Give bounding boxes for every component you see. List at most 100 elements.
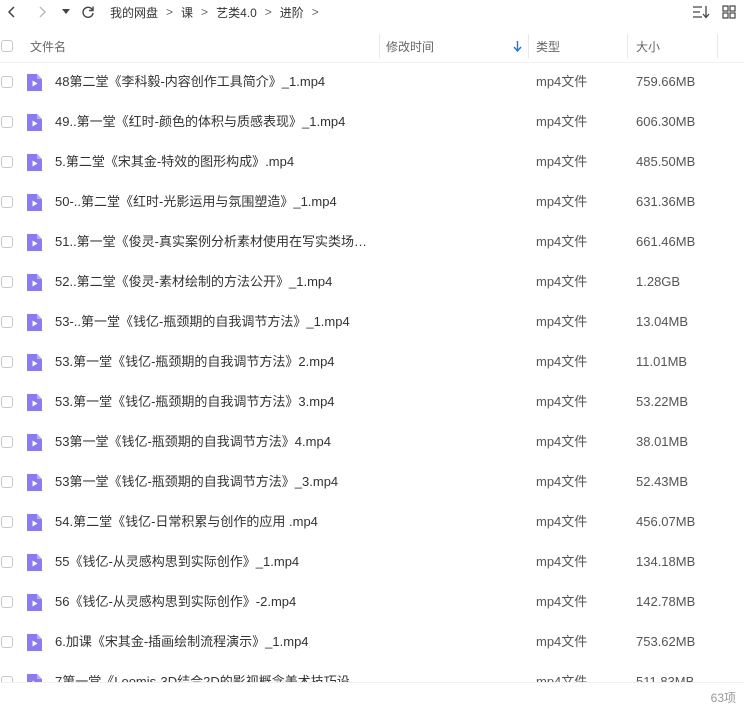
row-checkbox[interactable] [1,396,13,408]
breadcrumb-item[interactable]: 艺类4.0 [216,4,257,21]
column-divider[interactable] [717,34,718,58]
item-count: 63项 [710,691,736,705]
row-checkbox[interactable] [1,436,13,448]
file-size: 511.83MB [636,674,695,682]
column-divider[interactable] [528,34,529,58]
file-type: mp4文件 [536,634,588,649]
column-header-type[interactable]: 类型 [536,30,560,62]
file-size: 456.07MB [636,514,696,529]
file-name[interactable]: 53第一堂《钱亿-瓶颈期的自我调节方法》_3.mp4 [55,462,338,502]
file-type: mp4文件 [536,474,588,489]
select-all-checkbox[interactable] [1,40,13,52]
file-row[interactable]: 53-..第一堂《钱亿-瓶颈期的自我调节方法》_1.mp4 mp4文件 13.04M… [0,302,744,342]
breadcrumb-separator: > [311,5,319,19]
file-name[interactable]: 53第一堂《钱亿-瓶颈期的自我调节方法》4.mp4 [55,422,331,462]
file-size: 38.01MB [636,434,689,449]
file-row[interactable]: 53第一堂《钱亿-瓶颈期的自我调节方法》_3.mp4 mp4文件 52.43MB [0,462,744,502]
column-header-size-label: 大小 [636,39,661,54]
breadcrumb-item[interactable]: 进阶 [280,4,304,21]
file-type: mp4文件 [536,394,588,409]
column-divider[interactable] [627,34,628,58]
file-type: mp4文件 [536,354,588,369]
file-name[interactable]: 7第一堂《Loomis-3D结合2D的影视概念美术技巧设计流程... [55,662,375,682]
file-name[interactable]: 51..第一堂《俊灵-真实案例分析素材使用在写实类场景中... [55,222,375,262]
video-file-icon [27,114,42,131]
sort-button[interactable] [692,2,710,22]
status-bar: 63项 [0,682,744,706]
column-divider[interactable] [379,34,380,58]
file-name[interactable]: 53.第一堂《钱亿-瓶颈期的自我调节方法》2.mp4 [55,342,335,382]
file-row[interactable]: 50-..第二堂《红时-光影运用与氛围塑造》_1.mp4 mp4文件 631.36M… [0,182,744,222]
file-row[interactable]: 52..第二堂《俊灵-素材绘制的方法公开》_1.mp4 mp4文件 1.28GB [0,262,744,302]
video-file-icon [27,514,42,531]
file-name[interactable]: 6.加课《宋其金-插画绘制流程演示》_1.mp4 [55,622,309,662]
file-row[interactable]: 54.第二堂《钱亿-日常积累与创作的应用 .mp4 mp4文件 456.07MB [0,502,744,542]
row-checkbox[interactable] [1,76,13,88]
row-checkbox[interactable] [1,276,13,288]
column-header-modified[interactable]: 修改时间 [386,30,526,62]
file-name[interactable]: 54.第二堂《钱亿-日常积累与创作的应用 .mp4 [55,502,318,542]
grid-view-button[interactable] [720,2,738,22]
file-type: mp4文件 [536,314,588,329]
row-checkbox[interactable] [1,556,13,568]
file-row[interactable]: 49..第一堂《红时-颜色的体积与质感表现》_1.mp4 mp4文件 606.30M… [0,102,744,142]
toolbar: 我的网盘 > 课 > 艺类4.0 > 进阶 > [0,0,744,24]
row-checkbox[interactable] [1,116,13,128]
video-file-icon [27,354,42,371]
file-name[interactable]: 53.第一堂《钱亿-瓶颈期的自我调节方法》3.mp4 [55,382,335,422]
file-row[interactable]: 5.第二堂《宋其金-特效的图形构成》.mp4 mp4文件 485.50MB [0,142,744,182]
row-checkbox[interactable] [1,356,13,368]
video-file-icon [27,394,42,411]
file-name[interactable]: 48第二堂《李科毅-内容创作工具简介》_1.mp4 [55,62,325,102]
video-file-icon [27,434,42,451]
video-file-icon [27,554,42,571]
column-header-size[interactable]: 大小 [636,30,660,62]
file-name[interactable]: 55《钱亿-从灵感构思到实际创作》_1.mp4 [55,542,299,582]
row-checkbox[interactable] [1,316,13,328]
row-checkbox[interactable] [1,196,13,208]
back-button[interactable] [0,0,24,24]
file-size: 759.66MB [636,74,696,89]
file-name[interactable]: 53-..第一堂《钱亿-瓶颈期的自我调节方法》_1.mp4 [55,302,350,342]
file-row[interactable]: 7第一堂《Loomis-3D结合2D的影视概念美术技巧设计流程... mp4文件 5… [0,662,744,682]
file-size: 606.30MB [636,114,696,129]
file-type: mp4文件 [536,234,588,249]
file-name[interactable]: 5.第二堂《宋其金-特效的图形构成》.mp4 [55,142,294,182]
file-row[interactable]: 6.加课《宋其金-插画绘制流程演示》_1.mp4 mp4文件 753.62MB [0,622,744,662]
file-row[interactable]: 48第二堂《李科毅-内容创作工具简介》_1.mp4 mp4文件 759.66MB [0,62,744,102]
forward-button[interactable] [30,0,54,24]
file-size: 753.62MB [636,634,696,649]
file-name[interactable]: 52..第二堂《俊灵-素材绘制的方法公开》_1.mp4 [55,262,332,302]
file-row[interactable]: 53第一堂《钱亿-瓶颈期的自我调节方法》4.mp4 mp4文件 38.01MB [0,422,744,462]
row-checkbox[interactable] [1,476,13,488]
file-row[interactable]: 55《钱亿-从灵感构思到实际创作》_1.mp4 mp4文件 134.18MB [0,542,744,582]
file-row[interactable]: 56《钱亿-从灵感构思到实际创作》-2.mp4 mp4文件 142.78MB [0,582,744,622]
history-dropdown-button[interactable] [58,0,74,24]
column-header-name-label: 文件名 [30,39,67,54]
video-file-icon [27,194,42,211]
breadcrumb-separator: > [264,5,272,19]
breadcrumb-item[interactable]: 课 [181,4,193,21]
row-checkbox[interactable] [1,156,13,168]
file-name[interactable]: 50-..第二堂《红时-光影运用与氛围塑造》_1.mp4 [55,182,337,222]
row-checkbox[interactable] [1,236,13,248]
file-type: mp4文件 [536,514,588,529]
video-file-icon [27,594,42,611]
file-name[interactable]: 56《钱亿-从灵感构思到实际创作》-2.mp4 [55,582,296,622]
column-header-name[interactable]: 文件名 [30,30,66,62]
file-row[interactable]: 53.第一堂《钱亿-瓶颈期的自我调节方法》3.mp4 mp4文件 53.22MB [0,382,744,422]
file-name[interactable]: 49..第一堂《红时-颜色的体积与质感表现》_1.mp4 [55,102,345,142]
file-type: mp4文件 [536,554,588,569]
file-row[interactable]: 51..第一堂《俊灵-真实案例分析素材使用在写实类场景中... mp4文件 661.… [0,222,744,262]
row-checkbox[interactable] [1,516,13,528]
file-size: 11.01MB [636,354,688,369]
breadcrumb-item[interactable]: 我的网盘 [110,4,158,21]
file-type: mp4文件 [536,74,588,89]
row-checkbox[interactable] [1,636,13,648]
refresh-button[interactable] [76,0,100,24]
file-size: 661.46MB [636,234,696,249]
video-file-icon [27,674,42,682]
row-checkbox[interactable] [1,596,13,608]
file-size: 134.18MB [636,554,696,569]
file-row[interactable]: 53.第一堂《钱亿-瓶颈期的自我调节方法》2.mp4 mp4文件 11.01MB [0,342,744,382]
